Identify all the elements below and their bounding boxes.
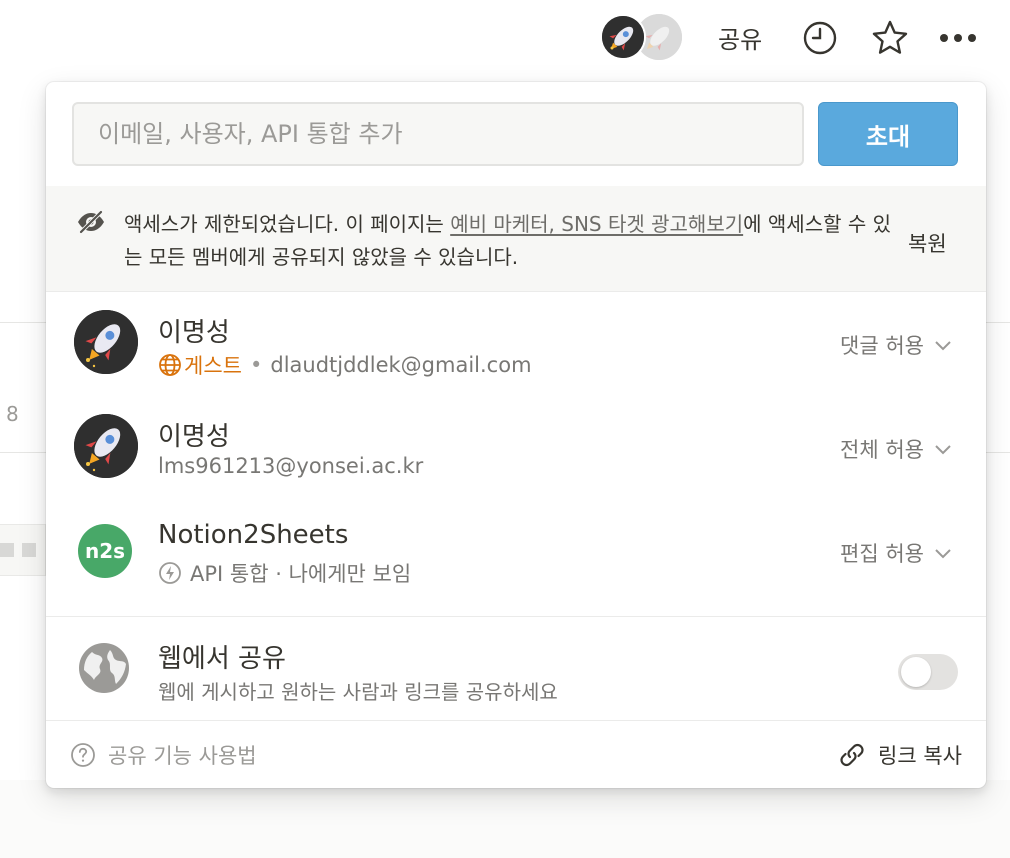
- divider: [46, 616, 986, 617]
- permission-dropdown[interactable]: 편집 허용: [840, 538, 952, 568]
- share-to-web-subtitle: 웹에 게시하고 원하는 사람과 링크를 공유하세요: [158, 680, 558, 704]
- background-divider: [0, 322, 46, 323]
- access-restricted-notice: 액세스가 제한되었습니다. 이 페이지는 예비 마케터, SNS 타겟 광고해보…: [46, 186, 986, 292]
- guest-badge: 게스트: [158, 350, 242, 380]
- invite-input[interactable]: [72, 102, 804, 166]
- help-icon: [70, 742, 96, 768]
- globe-icon: [78, 642, 130, 698]
- avatar: [74, 310, 138, 374]
- share-to-web-title: 웹에서 공유: [158, 644, 286, 674]
- dialog-footer: 공유 기능 사용법 링크 복사: [46, 722, 986, 788]
- user-avatar[interactable]: [600, 14, 646, 60]
- star-icon[interactable]: [870, 18, 910, 62]
- member-details: 게스트 • dlaudtjddlek@gmail.com: [158, 350, 532, 380]
- toggle-knob: [901, 657, 931, 687]
- permission-label: 전체 허용: [840, 438, 924, 462]
- member-name: 이명성: [158, 422, 230, 452]
- member-name: 이명성: [158, 318, 230, 348]
- permission-dropdown[interactable]: 댓글 허용: [840, 330, 952, 360]
- background-divider: [986, 452, 1010, 453]
- integration-label: API 통합 · 나에게만 보임: [190, 562, 412, 586]
- share-to-web-row[interactable]: 웹에서 공유 웹에 게시하고 원하는 사람과 링크를 공유하세요: [46, 622, 986, 722]
- chevron-down-icon: [934, 541, 952, 565]
- top-bar: 공유: [0, 0, 1010, 78]
- notice-text: 액세스가 제한되었습니다. 이 페이지는 예비 마케터, SNS 타겟 광고해보…: [124, 208, 894, 274]
- help-link[interactable]: 공유 기능 사용법: [70, 740, 257, 770]
- member-row: n2s Notion2Sheets API 통합 · 나에게만 보임 편집 허용: [46, 518, 986, 622]
- member-details: API 통합 · 나에게만 보임: [158, 558, 411, 588]
- copy-link-button[interactable]: 링크 복사: [838, 740, 962, 770]
- background-band: [0, 780, 1010, 858]
- eye-slash-icon: [76, 210, 106, 238]
- member-row: 이명성 lms961213@yonsei.ac.kr 전체 허용: [46, 414, 986, 518]
- clock-icon[interactable]: [802, 20, 838, 60]
- lightning-icon: [158, 561, 182, 585]
- notice-text-before: 액세스가 제한되었습니다. 이 페이지는: [124, 212, 451, 236]
- globe-icon: [158, 353, 182, 377]
- help-label: 공유 기능 사용법: [108, 744, 257, 768]
- divider: [46, 720, 986, 721]
- invite-row: 초대: [72, 102, 960, 166]
- invite-button[interactable]: 초대: [818, 102, 958, 166]
- permission-label: 편집 허용: [840, 542, 924, 566]
- integration-avatar: n2s: [78, 524, 132, 578]
- copy-link-label: 링크 복사: [878, 744, 962, 768]
- background-divider: [986, 322, 1010, 323]
- chevron-down-icon: [934, 437, 952, 461]
- background-chip: [0, 524, 46, 576]
- avatar: [74, 414, 138, 478]
- chevron-down-icon: [934, 333, 952, 357]
- background-divider: [0, 452, 46, 453]
- share-button[interactable]: 공유: [718, 20, 762, 55]
- member-email: dlaudtjddlek@gmail.com: [270, 353, 532, 377]
- share-to-web-toggle[interactable]: [898, 654, 958, 690]
- page-link[interactable]: 예비 마케터, SNS 타겟 광고해보기: [450, 212, 743, 236]
- link-icon: [838, 741, 866, 769]
- share-dialog: 초대 액세스가 제한되었습니다. 이 페이지는 예비 마케터, SNS 타겟 광…: [46, 82, 986, 788]
- separator-dot: •: [249, 353, 263, 377]
- guest-label: 게스트: [184, 354, 242, 378]
- member-name: Notion2Sheets: [158, 520, 349, 550]
- permission-dropdown[interactable]: 전체 허용: [840, 434, 952, 464]
- member-row: 이명성 게스트 • dlaudtjddlek@gmail.com 댓글 허용: [46, 310, 986, 414]
- restore-button[interactable]: 복원: [908, 228, 947, 258]
- permission-label: 댓글 허용: [840, 334, 924, 358]
- member-email: lms961213@yonsei.ac.kr: [158, 454, 424, 478]
- background-row-number: 8: [6, 402, 19, 426]
- more-options-icon[interactable]: [938, 24, 978, 56]
